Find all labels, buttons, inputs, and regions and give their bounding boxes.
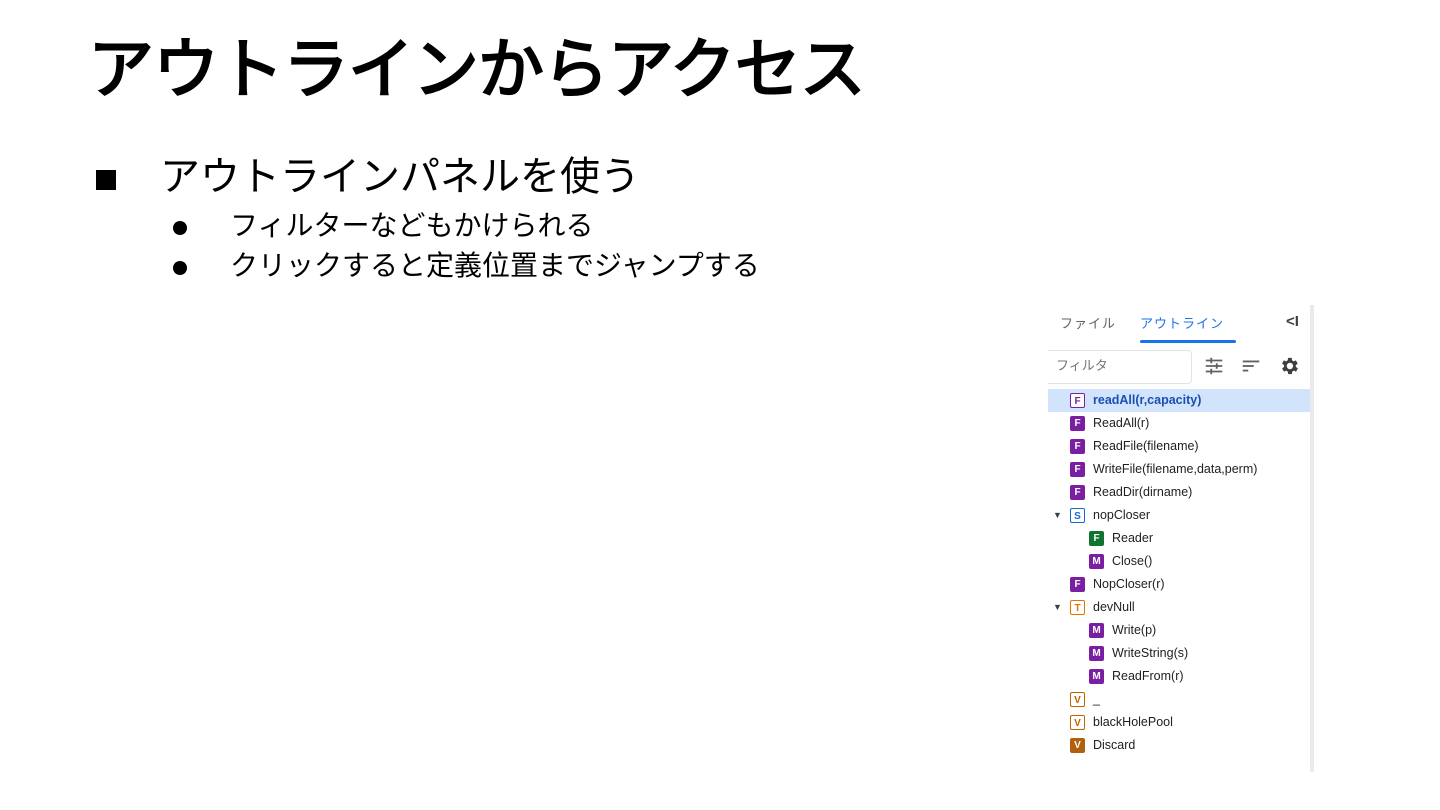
outline-item-label: Write(p)	[1112, 623, 1157, 637]
panel-scrollbar[interactable]	[1310, 305, 1314, 772]
symbol-kind-badge-icon: F	[1070, 485, 1085, 500]
outline-item-label: ReadFile(filename)	[1093, 439, 1199, 453]
symbol-kind-badge-icon: S	[1070, 508, 1085, 523]
filter-field[interactable]	[1048, 350, 1192, 384]
bullet-list: アウトラインパネルを使う フィルターなどもかけられる クリックすると定義位置まで…	[96, 148, 760, 286]
sort-icon[interactable]	[1240, 355, 1262, 377]
round-bullet-icon	[173, 221, 187, 235]
sub-bullet-list: フィルターなどもかけられる クリックすると定義位置までジャンプする	[96, 206, 760, 286]
outline-item-label: ReadAll(r)	[1093, 416, 1150, 430]
outline-item-label: ReadFrom(r)	[1112, 669, 1184, 683]
outline-item-label: _	[1093, 692, 1100, 706]
expand-caret-icon[interactable]: ▼	[1053, 504, 1062, 527]
outline-item-label: Reader	[1112, 531, 1153, 545]
outline-item-label: NopCloser(r)	[1093, 577, 1165, 591]
bullet-text: アウトラインパネルを使う	[160, 154, 640, 200]
bullet-item: アウトラインパネルを使う	[96, 148, 760, 206]
symbol-kind-badge-icon: V	[1070, 738, 1085, 753]
collapse-panel-icon[interactable]: <I	[1286, 313, 1299, 330]
outline-item[interactable]: M WriteString(s)	[1048, 642, 1310, 665]
outline-item[interactable]: V _	[1048, 688, 1310, 711]
active-tab-indicator	[1140, 340, 1236, 343]
panel-tabs: ファイル アウトライン <I	[1048, 305, 1310, 345]
outline-item[interactable]: F ReadFile(filename)	[1048, 435, 1310, 458]
outline-item-label: Close()	[1112, 554, 1153, 568]
sub-bullet-text: フィルターなどもかけられる	[230, 209, 594, 242]
symbol-kind-badge-icon: M	[1089, 623, 1104, 638]
symbol-kind-badge-icon: F	[1070, 462, 1085, 477]
outline-item[interactable]: FreadAll(r,capacity)	[1048, 389, 1310, 412]
outline-item[interactable]: F ReadAll(r)	[1048, 412, 1310, 435]
outline-item-label: Discard	[1093, 738, 1136, 752]
outline-item[interactable]: VblackHolePool	[1048, 711, 1310, 734]
outline-item[interactable]: F NopCloser(r)	[1048, 573, 1310, 596]
outline-item[interactable]: V Discard	[1048, 734, 1310, 757]
outline-item[interactable]: M Close()	[1048, 550, 1310, 573]
outline-item[interactable]: F Reader	[1048, 527, 1310, 550]
outline-item-label: ReadDir(dirname)	[1093, 485, 1193, 499]
outline-tree: FreadAll(r,capacity) F ReadAll(r) F ReadFile…	[1048, 389, 1310, 757]
outline-item[interactable]: F ReadDir(dirname)	[1048, 481, 1310, 504]
slide-title: アウトラインからアクセス	[88, 31, 866, 108]
symbol-kind-badge-icon: M	[1089, 554, 1104, 569]
expand-caret-icon[interactable]: ▼	[1053, 596, 1062, 619]
gear-icon[interactable]	[1278, 355, 1300, 377]
outline-item[interactable]: M Write(p)	[1048, 619, 1310, 642]
outline-item-label: devNull	[1093, 600, 1135, 614]
tune-icon[interactable]	[1203, 355, 1225, 377]
symbol-kind-badge-icon: F	[1070, 416, 1085, 431]
round-bullet-icon	[173, 261, 187, 275]
sub-bullet-item: クリックすると定義位置までジャンプする	[96, 246, 760, 286]
tab-outline[interactable]: アウトライン	[1140, 313, 1224, 332]
symbol-kind-badge-icon: M	[1089, 669, 1104, 684]
sub-bullet-item: フィルターなどもかけられる	[96, 206, 760, 246]
symbol-kind-badge-icon: F	[1070, 577, 1085, 592]
outline-item[interactable]: ▼ SnopCloser	[1048, 504, 1310, 527]
outline-item[interactable]: F WriteFile(filename,data,perm)	[1048, 458, 1310, 481]
square-bullet-icon	[96, 170, 116, 190]
outline-panel: ファイル アウトライン <I FreadAll(r,capacity)FRead…	[1048, 305, 1314, 772]
sub-bullet-text: クリックすると定義位置までジャンプする	[230, 249, 760, 282]
symbol-kind-badge-icon: F	[1070, 439, 1085, 454]
outline-item-label: nopCloser	[1093, 508, 1150, 522]
outline-item-label: WriteString(s)	[1112, 646, 1189, 660]
outline-item[interactable]: ▼ TdevNull	[1048, 596, 1310, 619]
outline-item-label: readAll(r,capacity)	[1093, 393, 1202, 407]
outline-item-label: WriteFile(filename,data,perm)	[1093, 462, 1258, 476]
symbol-kind-badge-icon: V	[1070, 715, 1085, 730]
tab-file[interactable]: ファイル	[1060, 313, 1116, 332]
symbol-kind-badge-icon: T	[1070, 600, 1085, 615]
filter-input[interactable]	[1056, 358, 1184, 373]
symbol-kind-badge-icon: F	[1070, 393, 1085, 408]
symbol-kind-badge-icon: V	[1070, 692, 1085, 707]
symbol-kind-badge-icon: F	[1089, 531, 1104, 546]
symbol-kind-badge-icon: M	[1089, 646, 1104, 661]
outline-item-label: blackHolePool	[1093, 715, 1173, 729]
outline-item[interactable]: M ReadFrom(r)	[1048, 665, 1310, 688]
